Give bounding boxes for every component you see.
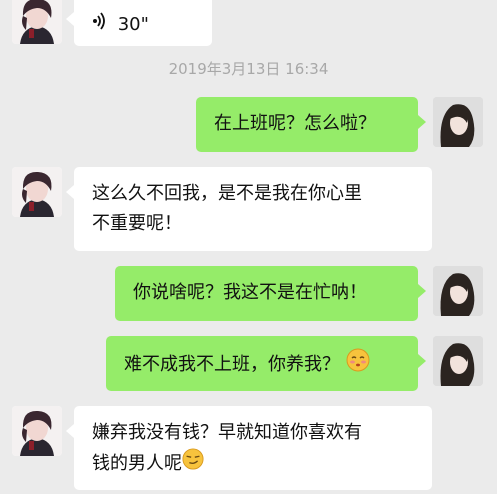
message-text: 你说啥呢？我这不是在忙呐！ xyxy=(133,282,367,303)
smirk-face-icon xyxy=(182,448,204,480)
self-avatar[interactable] xyxy=(433,266,483,316)
voice-duration: 30" xyxy=(117,14,149,35)
message-bubble[interactable]: 嫌弃我没有钱？早就知道你喜欢有 钱的男人呢 xyxy=(66,406,432,490)
male-avatar-icon xyxy=(12,0,62,44)
message-bubble[interactable]: 难不成我不上班，你养我？ xyxy=(106,336,426,391)
voice-message-bubble[interactable]: 30" xyxy=(66,0,212,46)
female-avatar-icon xyxy=(433,336,483,386)
message-text: 难不成我不上班，你养我？ xyxy=(124,354,340,375)
male-avatar-icon xyxy=(12,167,62,217)
message-text-line: 嫌弃我没有钱？早就知道你喜欢有 xyxy=(92,422,362,443)
contact-avatar[interactable] xyxy=(12,406,62,456)
message-text: 在上班呢？怎么啦？ xyxy=(214,113,376,134)
message-bubble[interactable]: 在上班呢？怎么啦？ xyxy=(196,97,426,152)
message-text-line: 钱的男人呢 xyxy=(92,453,182,474)
message-text-line: 这么久不回我，是不是我在你心里 xyxy=(92,183,362,204)
message-bubble[interactable]: 这么久不回我，是不是我在你心里 不重要呢！ xyxy=(66,167,432,251)
shy-face-icon xyxy=(346,348,370,382)
female-avatar-icon xyxy=(433,266,483,316)
message-text-line-wrap: 钱的男人呢 xyxy=(92,448,414,480)
contact-avatar[interactable] xyxy=(12,167,62,217)
female-avatar-icon xyxy=(433,97,483,147)
message-text-line: 不重要呢！ xyxy=(92,213,182,234)
voice-wave-icon xyxy=(92,10,112,40)
contact-avatar[interactable] xyxy=(12,0,62,44)
male-avatar-icon xyxy=(12,406,62,456)
message-bubble[interactable]: 你说啥呢？我这不是在忙呐！ xyxy=(115,266,426,321)
self-avatar[interactable] xyxy=(433,336,483,386)
self-avatar[interactable] xyxy=(433,97,483,147)
message-timestamp: 2019年3月13日 16:34 xyxy=(168,60,329,78)
